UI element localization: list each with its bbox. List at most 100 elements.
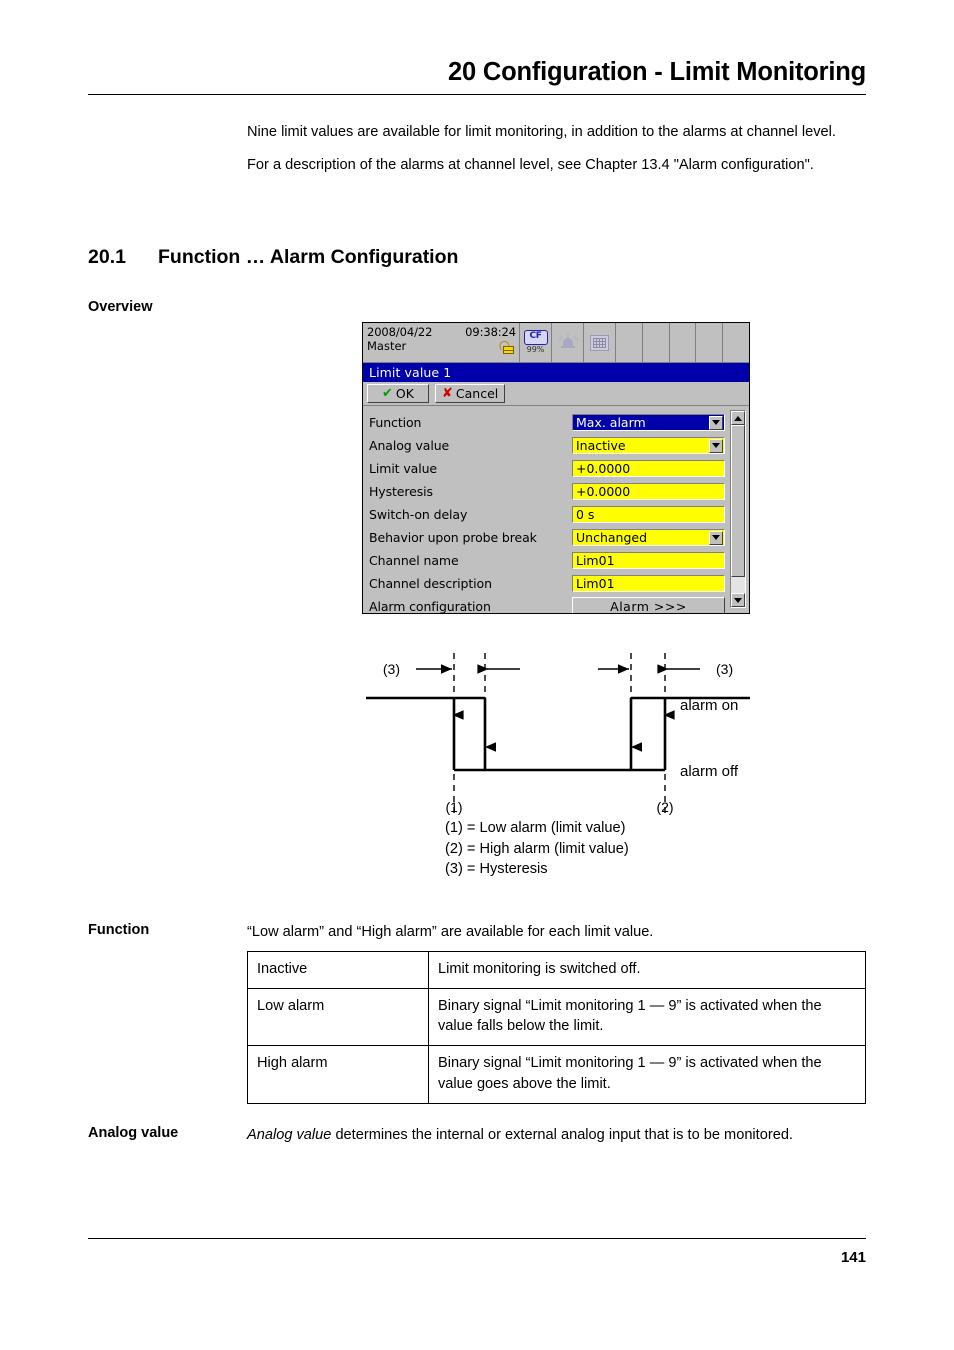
analog-value-label: Analog value (88, 1125, 179, 1141)
field-label-analog-value: Analog value (369, 438, 450, 453)
table-row: Inactive Limit monitoring is switched of… (247, 951, 866, 989)
field-text-channel-description: Lim01 (576, 576, 615, 591)
field-label-channel-name: Channel name (369, 553, 459, 568)
scroll-up-button[interactable] (731, 411, 745, 425)
analog-value-text: Analog value determines the internal or … (247, 1125, 866, 1146)
chevron-down-icon[interactable] (709, 530, 723, 545)
chevron-down-icon[interactable] (709, 415, 723, 430)
device-field-row: Channel description Lim01 (369, 572, 725, 595)
field-label-alarm-configuration: Alarm configuration (369, 599, 491, 614)
label-hysteresis-left: (3) (383, 661, 400, 677)
scroll-thumb[interactable] (731, 425, 745, 577)
field-label-hysteresis: Hysteresis (369, 484, 433, 499)
option-description-inactive: Limit monitoring is switched off. (428, 951, 866, 989)
field-label-probe-break: Behavior upon probe break (369, 530, 537, 545)
field-text-switch-on-delay: 0 s (576, 507, 595, 522)
field-label-function: Function (369, 415, 422, 430)
close-icon: ✘ (442, 386, 453, 401)
device-field-row: Switch-on delay 0 s (369, 503, 725, 526)
field-value-probe-break[interactable]: Unchanged (572, 529, 725, 546)
option-description-low-alarm: Binary signal “Limit monitoring 1 — 9” i… (428, 987, 866, 1047)
device-toolbar: ✔ OK ✘ Cancel (363, 382, 749, 406)
device-status-blank-4 (696, 323, 724, 362)
cancel-button[interactable]: ✘ Cancel (435, 384, 506, 403)
option-description-high-alarm: Binary signal “Limit monitoring 1 — 9” i… (428, 1045, 866, 1104)
device-field-row: Channel name Lim01 (369, 549, 725, 572)
field-text-function: Max. alarm (576, 415, 646, 430)
option-name-high-alarm: High alarm (247, 1045, 429, 1104)
field-text-channel-name: Lim01 (576, 553, 615, 568)
device-field-row: Hysteresis +0.0000 (369, 480, 725, 503)
section-title: Function … Alarm Configuration (158, 246, 459, 268)
device-status-blank-1 (616, 323, 643, 362)
transition-arrows (452, 710, 675, 752)
field-label-switch-on-delay: Switch-on delay (369, 507, 468, 522)
check-icon: ✔ (382, 386, 393, 401)
device-cf-status: CF 99% (520, 323, 552, 362)
section-number: 20.1 (88, 246, 126, 268)
label-low-alarm-marker: (1) (445, 799, 462, 815)
display-icon (590, 334, 609, 351)
label-high-alarm-marker: (2) (656, 799, 673, 815)
device-field-row: Behavior upon probe break Unchanged (369, 526, 725, 549)
table-row: Low alarm Binary signal “Limit monitorin… (247, 987, 866, 1047)
option-name-inactive: Inactive (247, 951, 429, 989)
chevron-down-icon[interactable] (709, 438, 723, 453)
hysteresis-timing-diagram: (3) (3) alarm on alarm off (1) (2) (366, 653, 750, 815)
cf-percent: 99% (526, 345, 545, 354)
label-alarm-on: alarm on (680, 697, 738, 714)
legend-item-2: (2) = High alarm (limit value) (445, 840, 629, 857)
device-time: 09:38:24 (465, 325, 516, 339)
device-field-row: Alarm configuration Alarm >>> (369, 595, 725, 614)
cf-card-icon: CF (523, 330, 548, 345)
device-scrollbar[interactable] (730, 410, 746, 608)
field-value-channel-name[interactable]: Lim01 (572, 552, 725, 569)
field-label-channel-description: Channel description (369, 576, 492, 591)
chapter-title: 20 Configuration - Limit Monitoring (448, 58, 866, 86)
padlock-unlocked-icon (497, 339, 514, 354)
device-field-row: Limit value +0.0000 (369, 457, 725, 480)
device-status-blank-5 (723, 323, 749, 362)
device-alarm-cell[interactable] (552, 323, 584, 362)
field-value-function[interactable]: Max. alarm (572, 414, 725, 431)
function-intro-text: “Low alarm” and “High alarm” are availab… (247, 924, 654, 940)
legend-item-3: (3) = Hysteresis (445, 861, 548, 877)
field-value-analog-value[interactable]: Inactive (572, 437, 725, 454)
function-options-table: Inactive Limit monitoring is switched of… (247, 951, 866, 1104)
device-status-info: 2008/04/22 09:38:24 Master (363, 323, 520, 362)
field-text-hysteresis: +0.0000 (576, 484, 631, 499)
overview-label: Overview (88, 299, 153, 315)
ok-button[interactable]: ✔ OK (367, 384, 429, 403)
field-text-analog-value: Inactive (576, 438, 626, 453)
device-status-bar: 2008/04/22 09:38:24 Master CF 99% (363, 323, 749, 363)
device-date: 2008/04/22 (367, 325, 433, 339)
device-field-row: Function Max. alarm (369, 411, 725, 434)
device-field-row: Analog value Inactive (369, 434, 725, 457)
intro-paragraph-1: Nine limit values are available for limi… (247, 124, 836, 140)
field-value-hysteresis[interactable]: +0.0000 (572, 483, 725, 500)
device-field-list: Function Max. alarm Analog value Inactiv… (363, 411, 749, 614)
intro-paragraph-2: For a description of the alarms at chann… (247, 156, 814, 173)
header-rule (88, 94, 866, 96)
ok-button-label: OK (395, 386, 414, 401)
field-value-limit-value[interactable]: +0.0000 (572, 460, 725, 477)
legend-item-1: (1) = Low alarm (limit value) (445, 820, 626, 836)
cancel-button-label: Cancel (455, 386, 499, 401)
scroll-track[interactable] (731, 425, 745, 593)
scroll-down-button[interactable] (731, 593, 745, 607)
label-alarm-off: alarm off (680, 763, 739, 780)
footer-rule (88, 1238, 866, 1239)
alarm-configuration-button[interactable]: Alarm >>> (572, 597, 725, 613)
device-status-blank-2 (643, 323, 670, 362)
device-display-cell[interactable] (584, 323, 616, 362)
function-label: Function (88, 922, 150, 938)
analog-value-rest: determines the internal or external anal… (331, 1127, 793, 1143)
field-value-channel-description[interactable]: Lim01 (572, 575, 725, 592)
label-hysteresis-right: (3) (716, 661, 733, 677)
option-name-low-alarm: Low alarm (247, 987, 429, 1047)
field-text-probe-break: Unchanged (576, 530, 648, 545)
device-form-area: Function Max. alarm Analog value Inactiv… (363, 406, 749, 614)
page-number: 141 (840, 1249, 866, 1266)
field-value-switch-on-delay[interactable]: 0 s (572, 506, 725, 523)
device-window-title: Limit value 1 (363, 363, 749, 382)
